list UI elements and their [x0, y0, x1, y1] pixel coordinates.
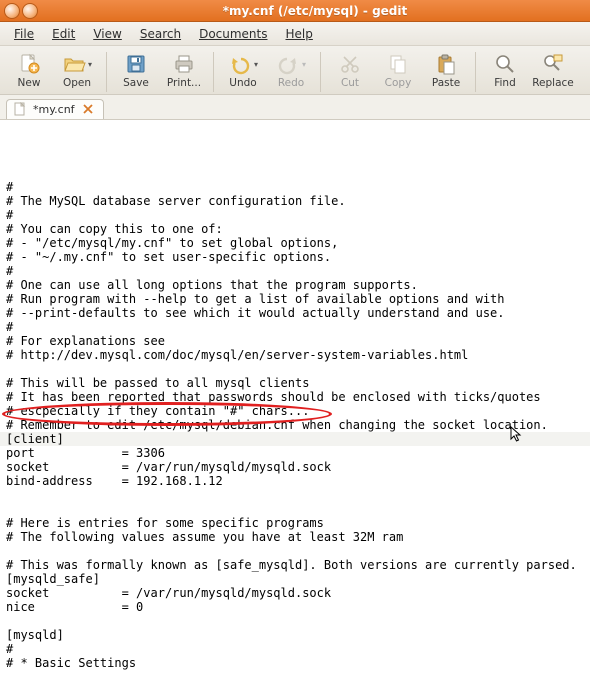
toolbar-label: Replace: [532, 77, 574, 89]
cut-button: Cut: [327, 50, 373, 91]
text-editor[interactable]: # # The MySQL database server configurat…: [0, 120, 590, 698]
window-controls: [4, 3, 38, 19]
toolbar-label: Save: [123, 77, 149, 89]
toolbar-separator: [213, 52, 214, 92]
menu-file[interactable]: File: [6, 25, 42, 43]
undo-icon: [228, 52, 252, 76]
toolbar-separator: [320, 52, 321, 92]
save-button[interactable]: Save: [113, 50, 159, 91]
close-tab-icon[interactable]: [81, 102, 95, 116]
toolbar-label: Copy: [385, 77, 412, 89]
find-magnifier-icon: [493, 52, 517, 76]
toolbar-label: Print...: [167, 77, 201, 89]
mouse-cursor-icon: [510, 426, 522, 444]
toolbar-label: Open: [63, 77, 91, 89]
editor-content: # # The MySQL database server configurat…: [6, 180, 584, 670]
print-button[interactable]: Print...: [161, 50, 207, 91]
printer-icon: [172, 52, 196, 76]
cut-scissors-icon: [338, 52, 362, 76]
tab-label: *my.cnf: [33, 103, 75, 116]
copy-button: Copy: [375, 50, 421, 91]
redo-icon: [276, 52, 300, 76]
window-titlebar: *my.cnf (/etc/mysql) - gedit: [0, 0, 590, 22]
chevron-down-icon: ▾: [88, 60, 92, 69]
toolbar-label: New: [18, 77, 41, 89]
toolbar-label: Redo: [278, 77, 304, 89]
toolbar-separator: [106, 52, 107, 92]
save-disk-icon: [124, 52, 148, 76]
tab-mycnf[interactable]: *my.cnf: [6, 99, 104, 119]
open-button[interactable]: ▾ Open: [54, 50, 100, 91]
undo-button[interactable]: ▾ Undo: [220, 50, 266, 91]
toolbar-label: Undo: [229, 77, 256, 89]
new-file-icon: [17, 52, 41, 76]
window-button-1[interactable]: [4, 3, 20, 19]
chevron-down-icon: ▾: [302, 60, 306, 69]
window-title: *my.cnf (/etc/mysql) - gedit: [44, 4, 586, 18]
replace-button[interactable]: Replace: [530, 50, 576, 91]
replace-icon: [541, 52, 565, 76]
menu-view[interactable]: View: [85, 25, 129, 43]
window-button-2[interactable]: [22, 3, 38, 19]
menu-help[interactable]: Help: [278, 25, 321, 43]
menubar: File Edit View Search Documents Help: [0, 22, 590, 46]
menu-search[interactable]: Search: [132, 25, 189, 43]
chevron-down-icon: ▾: [254, 60, 258, 69]
redo-button: ▾ Redo: [268, 50, 314, 91]
paste-button[interactable]: Paste: [423, 50, 469, 91]
document-icon: [13, 102, 27, 116]
toolbar-label: Find: [494, 77, 516, 89]
new-button[interactable]: New: [6, 50, 52, 91]
toolbar: New ▾ Open Save Print... ▾ Undo: [0, 46, 590, 95]
menu-documents[interactable]: Documents: [191, 25, 275, 43]
toolbar-label: Cut: [341, 77, 359, 89]
tabbar: *my.cnf: [0, 95, 590, 120]
menu-edit[interactable]: Edit: [44, 25, 83, 43]
find-button[interactable]: Find: [482, 50, 528, 91]
toolbar-separator: [475, 52, 476, 92]
toolbar-label: Paste: [432, 77, 460, 89]
open-folder-icon: [62, 52, 86, 76]
copy-icon: [386, 52, 410, 76]
paste-clipboard-icon: [434, 52, 458, 76]
